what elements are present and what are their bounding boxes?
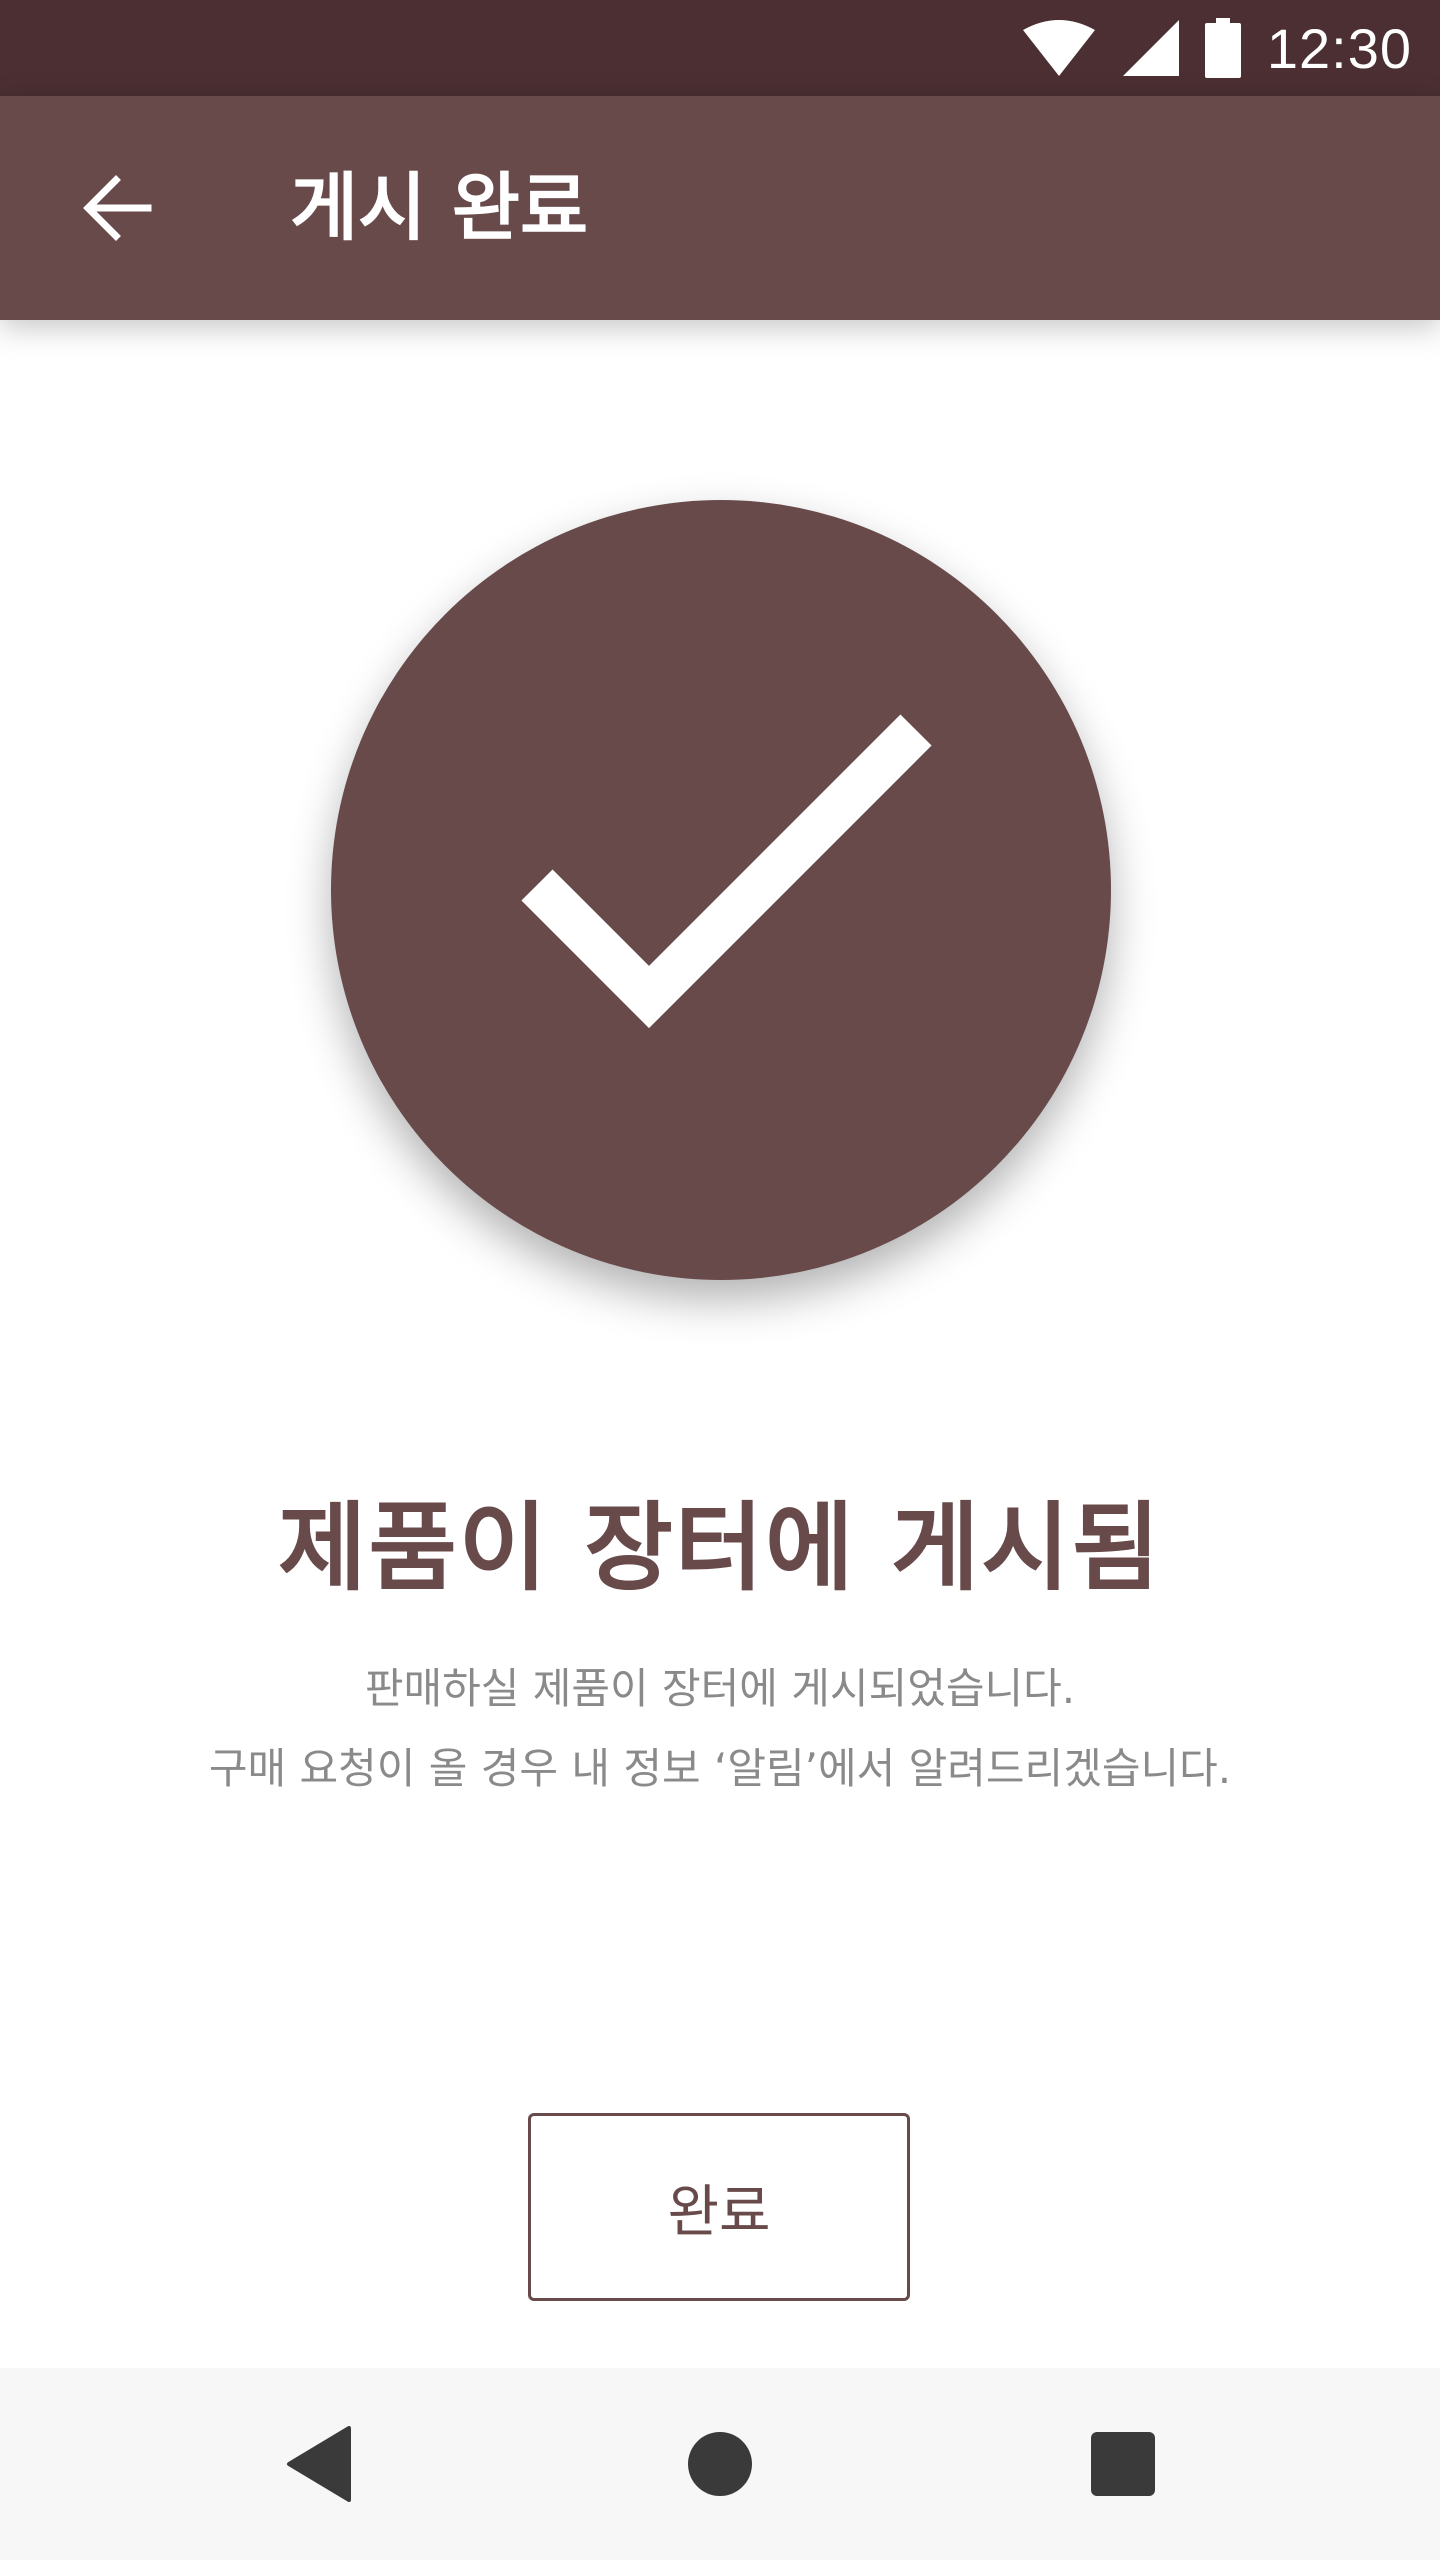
nav-recents-icon — [1091, 2432, 1155, 2496]
check-icon — [521, 714, 932, 1029]
status-icons: 12:30 — [1021, 0, 1412, 96]
nav-back-button[interactable] — [260, 2404, 380, 2524]
done-button[interactable]: 완료 — [528, 2113, 910, 2301]
success-description-line-1: 판매하실 제품이 장터에 게시되었습니다. — [364, 1664, 1076, 1713]
success-description-line-2: 구매 요청이 올 경우 내 정보 ‘알림’에서 알려드리겠습니다. — [208, 1744, 1232, 1793]
success-headline: 제품이 장터에 게시됨 — [278, 1492, 1162, 1604]
nav-home-icon — [688, 2432, 752, 2496]
back-button[interactable] — [56, 148, 176, 268]
nav-home-button[interactable] — [660, 2404, 780, 2524]
status-bar: 12:30 — [0, 0, 1440, 96]
success-badge — [331, 500, 1111, 1280]
signal-icon — [1122, 20, 1179, 76]
arrow-back-icon — [83, 175, 152, 241]
nav-recents-button[interactable] — [1063, 2404, 1183, 2524]
app-bar: 게시 완료 — [0, 96, 1440, 320]
post-complete-screen: 12:30 게시 완료 제품이 장터에 게시됨 판매하실 제품이 장터에 게시되… — [0, 0, 1440, 2560]
nav-back-icon — [287, 2426, 351, 2502]
page-title: 게시 완료 — [290, 165, 589, 251]
wifi-icon — [1022, 20, 1095, 76]
battery-icon — [1204, 18, 1241, 78]
status-time: 12:30 — [1266, 16, 1412, 80]
system-nav-bar — [0, 2368, 1440, 2560]
